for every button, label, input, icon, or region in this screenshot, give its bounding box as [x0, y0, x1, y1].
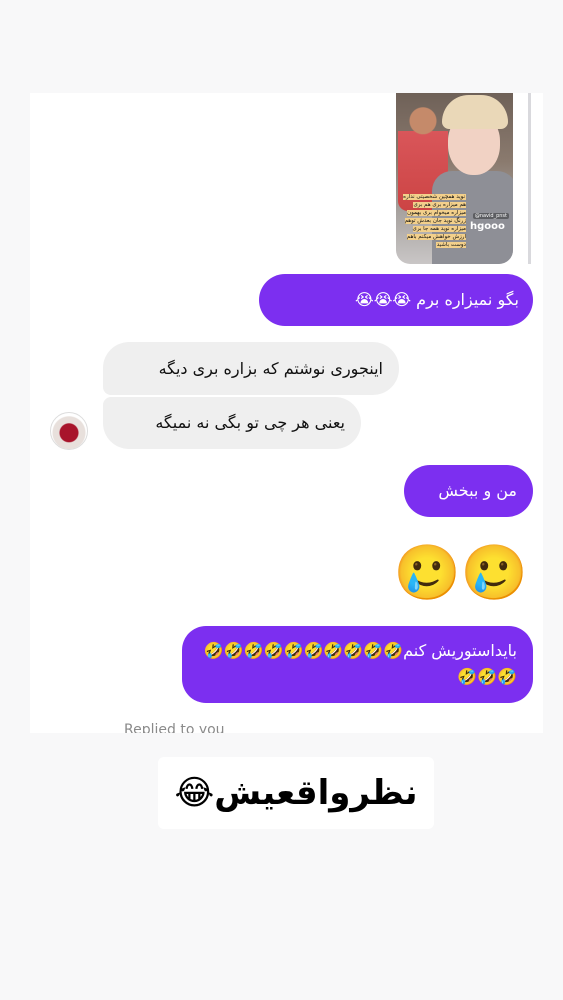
caption-overlay-card: نظرواقعیش😂 [158, 757, 434, 829]
reply-indicator: Replied to you [124, 722, 225, 733]
story-reply-thumbnail[interactable]: نوید همچین شخصیتی نداره هم میزاره بری هم… [396, 93, 513, 264]
story-caption-text: نوید همچین شخصیتی نداره هم میزاره بری هم… [403, 194, 466, 248]
chat-thread: نوید همچین شخصیتی نداره هم میزاره بری هم… [30, 93, 543, 733]
message-bubble-outgoing[interactable]: من و ببخش [404, 465, 533, 517]
message-bubble-incoming[interactable]: اینجوری نوشتم که بزاره بری دیگه [103, 342, 399, 395]
emoji-message[interactable]: 🥲🥲 [388, 540, 528, 606]
story-username-tag: @navid_pnst [472, 213, 509, 219]
sender-avatar[interactable] [50, 412, 88, 450]
caption-overlay-text: نظرواقعیش😂 [174, 773, 418, 813]
message-bubble-incoming[interactable]: یعنی هر چی تو بگی نه نمیگه [103, 397, 361, 449]
message-bubble-outgoing[interactable]: بایداستوریش کنم🤣🤣🤣🤣🤣🤣🤣🤣🤣🤣🤣🤣🤣 [182, 626, 533, 703]
story-overlay-word: hgooo [470, 221, 505, 232]
message-bubble-outgoing[interactable]: بگو نمیزاره برم 😭😭😭 [259, 274, 533, 326]
story-divider [528, 93, 531, 264]
story-person-beanie [442, 95, 508, 129]
